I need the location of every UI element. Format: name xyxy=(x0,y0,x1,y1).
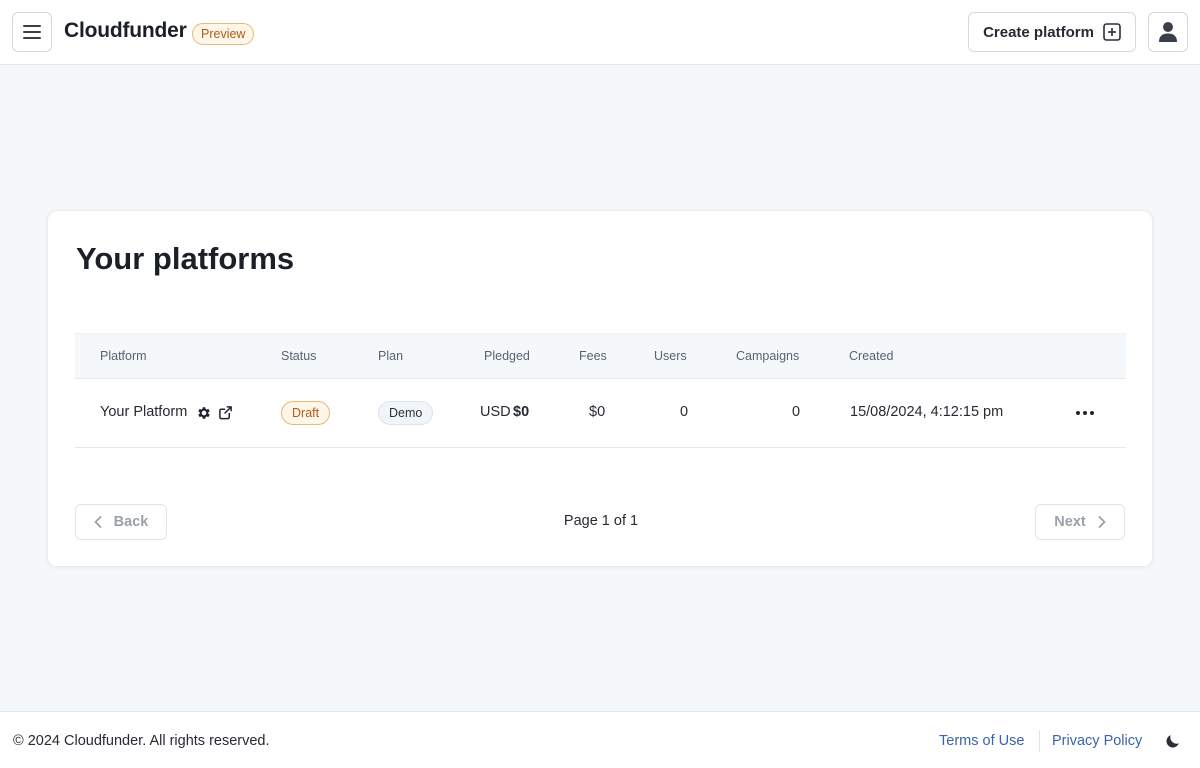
terms-of-use-link[interactable]: Terms of Use xyxy=(939,733,1024,749)
users-value: 0 xyxy=(680,404,689,420)
hamburger-menu-icon xyxy=(23,25,41,39)
table-header: Platform Status Plan Pledged Fees Users … xyxy=(75,333,1126,379)
column-header-pledged: Pledged xyxy=(484,349,530,363)
page-title: Your platforms xyxy=(76,241,295,276)
brand-name: Cloudfunder xyxy=(64,19,187,42)
create-platform-button[interactable]: Create platform xyxy=(968,12,1136,52)
table-row: Your Platform Draft Demo USD $0 $0 0 0 1… xyxy=(75,379,1126,448)
top-header: Cloudfunder Preview Create platform xyxy=(0,0,1200,65)
column-header-users: Users xyxy=(654,349,687,363)
fees-value: $0 xyxy=(589,404,606,420)
page-indicator: Page 1 of 1 xyxy=(563,513,639,529)
gear-icon[interactable] xyxy=(196,405,212,421)
menu-button[interactable] xyxy=(12,12,52,52)
column-header-platform: Platform xyxy=(100,349,147,363)
user-menu-button[interactable] xyxy=(1148,12,1188,52)
preview-badge: Preview xyxy=(192,23,255,45)
plus-square-icon xyxy=(1103,23,1121,41)
campaigns-value: 0 xyxy=(792,404,801,420)
column-header-created: Created xyxy=(849,349,894,363)
theme-toggle-button[interactable] xyxy=(1162,731,1182,751)
row-actions-button[interactable] xyxy=(1070,401,1100,425)
next-button[interactable]: Next xyxy=(1035,504,1125,540)
copyright-text: © 2024 Cloudfunder. All rights reserved. xyxy=(13,733,270,749)
more-horizontal-icon xyxy=(1076,411,1094,415)
external-link-icon[interactable] xyxy=(218,405,233,420)
column-header-status: Status xyxy=(281,349,317,363)
column-header-fees: Fees xyxy=(579,349,607,363)
next-label: Next xyxy=(1054,514,1086,530)
column-header-campaigns: Campaigns xyxy=(736,349,800,363)
platform-name: Your Platform xyxy=(100,404,188,420)
chevron-right-icon xyxy=(1098,516,1106,528)
plan-badge: Demo xyxy=(378,401,434,425)
created-value: 15/08/2024, 4:12:15 pm xyxy=(850,404,1004,420)
privacy-policy-link[interactable]: Privacy Policy xyxy=(1052,733,1142,749)
page-footer: © 2024 Cloudfunder. All rights reserved.… xyxy=(0,711,1200,768)
column-header-plan: Plan xyxy=(378,349,404,363)
user-icon xyxy=(1159,22,1177,42)
moon-icon xyxy=(1165,734,1179,748)
platforms-card: Your platforms Platform Status Plan Pled… xyxy=(47,210,1153,567)
status-badge: Draft xyxy=(281,401,331,425)
pledged-amount: $0 xyxy=(513,404,530,420)
footer-divider xyxy=(1039,730,1040,752)
pledged-currency: USD xyxy=(480,404,511,420)
create-platform-label: Create platform xyxy=(983,23,1094,41)
